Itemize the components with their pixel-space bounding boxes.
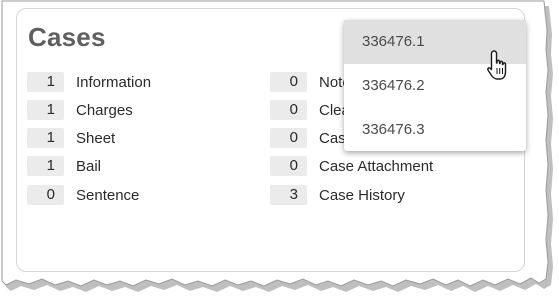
cases-title: Cases: [28, 22, 106, 52]
screenshot-frame: Cases 1 Information 1 Charges 1 Sheet 1 …: [0, 0, 559, 304]
case-number-dropdown: 336476.1 336476.2 336476.3: [344, 20, 526, 151]
case-row-notes[interactable]: 0 Note: [270, 71, 351, 93]
case-row-sheet[interactable]: 1 Sheet: [27, 127, 115, 149]
case-row-case[interactable]: 0 Cas: [270, 127, 346, 149]
case-row-clearance[interactable]: 0 Clea: [270, 99, 350, 121]
hand-pointer-icon: [487, 50, 507, 80]
row-label: Bail: [76, 157, 102, 175]
case-row-case-history[interactable]: 3 Case History: [270, 184, 405, 206]
count-badge: 0: [270, 128, 307, 148]
case-row-case-attachment[interactable]: 0 Case Attachment: [270, 155, 433, 177]
count-badge: 0: [270, 100, 307, 120]
case-row-sentence[interactable]: 0 Sentence: [27, 184, 139, 206]
row-label: Charges: [76, 101, 133, 119]
count-badge: 3: [270, 185, 307, 205]
row-label: Case History: [319, 186, 405, 204]
row-label: Sheet: [76, 129, 116, 147]
row-label: Cas: [319, 129, 346, 147]
row-label: Information: [76, 73, 152, 91]
count-badge: 0: [270, 72, 307, 92]
case-row-bail[interactable]: 1 Bail: [27, 155, 101, 177]
count-badge: 0: [27, 185, 64, 205]
case-row-charges[interactable]: 1 Charges: [27, 99, 133, 121]
case-row-information[interactable]: 1 Information: [27, 71, 151, 93]
count-badge: 1: [27, 100, 64, 120]
row-label: Case Attachment: [319, 157, 434, 175]
row-label: Sentence: [76, 186, 140, 204]
dropdown-option[interactable]: 336476.3: [344, 108, 526, 152]
count-badge: 1: [27, 128, 64, 148]
count-badge: 0: [270, 156, 307, 176]
count-badge: 1: [27, 156, 64, 176]
count-badge: 1: [27, 72, 64, 92]
